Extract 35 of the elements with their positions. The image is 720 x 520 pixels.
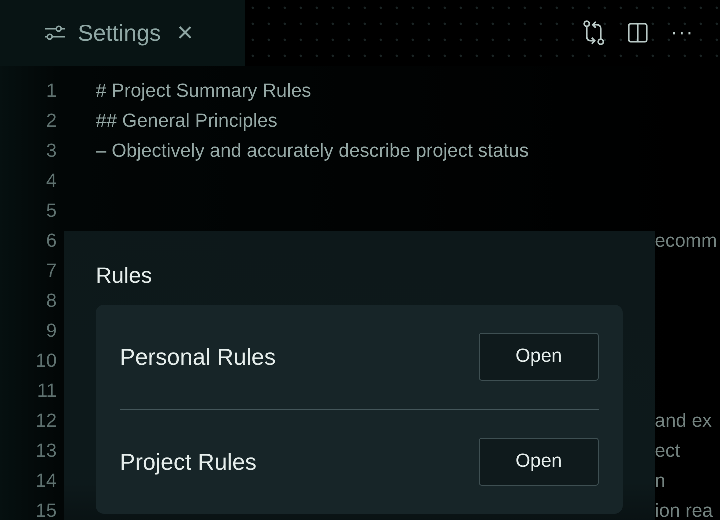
line-number: 11 xyxy=(36,381,58,403)
code-line: and ex xyxy=(655,411,712,432)
line-number: 7 xyxy=(45,261,58,283)
sliders-icon xyxy=(44,25,66,41)
line-number: 13 xyxy=(34,441,58,463)
rule-label: Project Rules xyxy=(120,448,257,476)
line-number: 5 xyxy=(45,201,58,223)
open-button[interactable]: Open xyxy=(479,333,599,381)
code-line: # Project Summary Rules xyxy=(96,81,312,102)
line-number: 4 xyxy=(45,171,58,193)
line-number: 2 xyxy=(45,111,58,133)
open-button[interactable]: Open xyxy=(479,438,599,486)
line-number: 12 xyxy=(34,411,58,433)
split-view-icon[interactable] xyxy=(627,22,650,44)
tab-title: Settings xyxy=(78,20,162,46)
code-line: ecomm xyxy=(655,231,718,252)
line-number: 6 xyxy=(45,231,58,253)
compare-icon[interactable] xyxy=(583,20,606,46)
close-button[interactable]: × xyxy=(173,19,198,47)
code-line: – Objectively and accurately describe project status xyxy=(96,141,529,162)
line-number: 8 xyxy=(45,291,58,313)
settings-tab[interactable]: Settings × xyxy=(0,0,245,66)
line-number: 1 xyxy=(45,81,58,103)
more-button[interactable]: ··· xyxy=(671,22,694,44)
code-line: ## General Principles xyxy=(96,111,278,132)
code-line: n xyxy=(655,471,666,492)
line-number: 3 xyxy=(45,141,58,163)
line-number: 9 xyxy=(45,321,58,343)
rule-label: Personal Rules xyxy=(120,344,276,370)
line-number: 15 xyxy=(34,501,58,520)
section-heading: Rules xyxy=(96,263,154,289)
line-number: 10 xyxy=(34,351,58,373)
code-line: ect xyxy=(655,441,680,462)
code-line: ion rea xyxy=(655,501,714,520)
line-number: 14 xyxy=(34,471,58,493)
